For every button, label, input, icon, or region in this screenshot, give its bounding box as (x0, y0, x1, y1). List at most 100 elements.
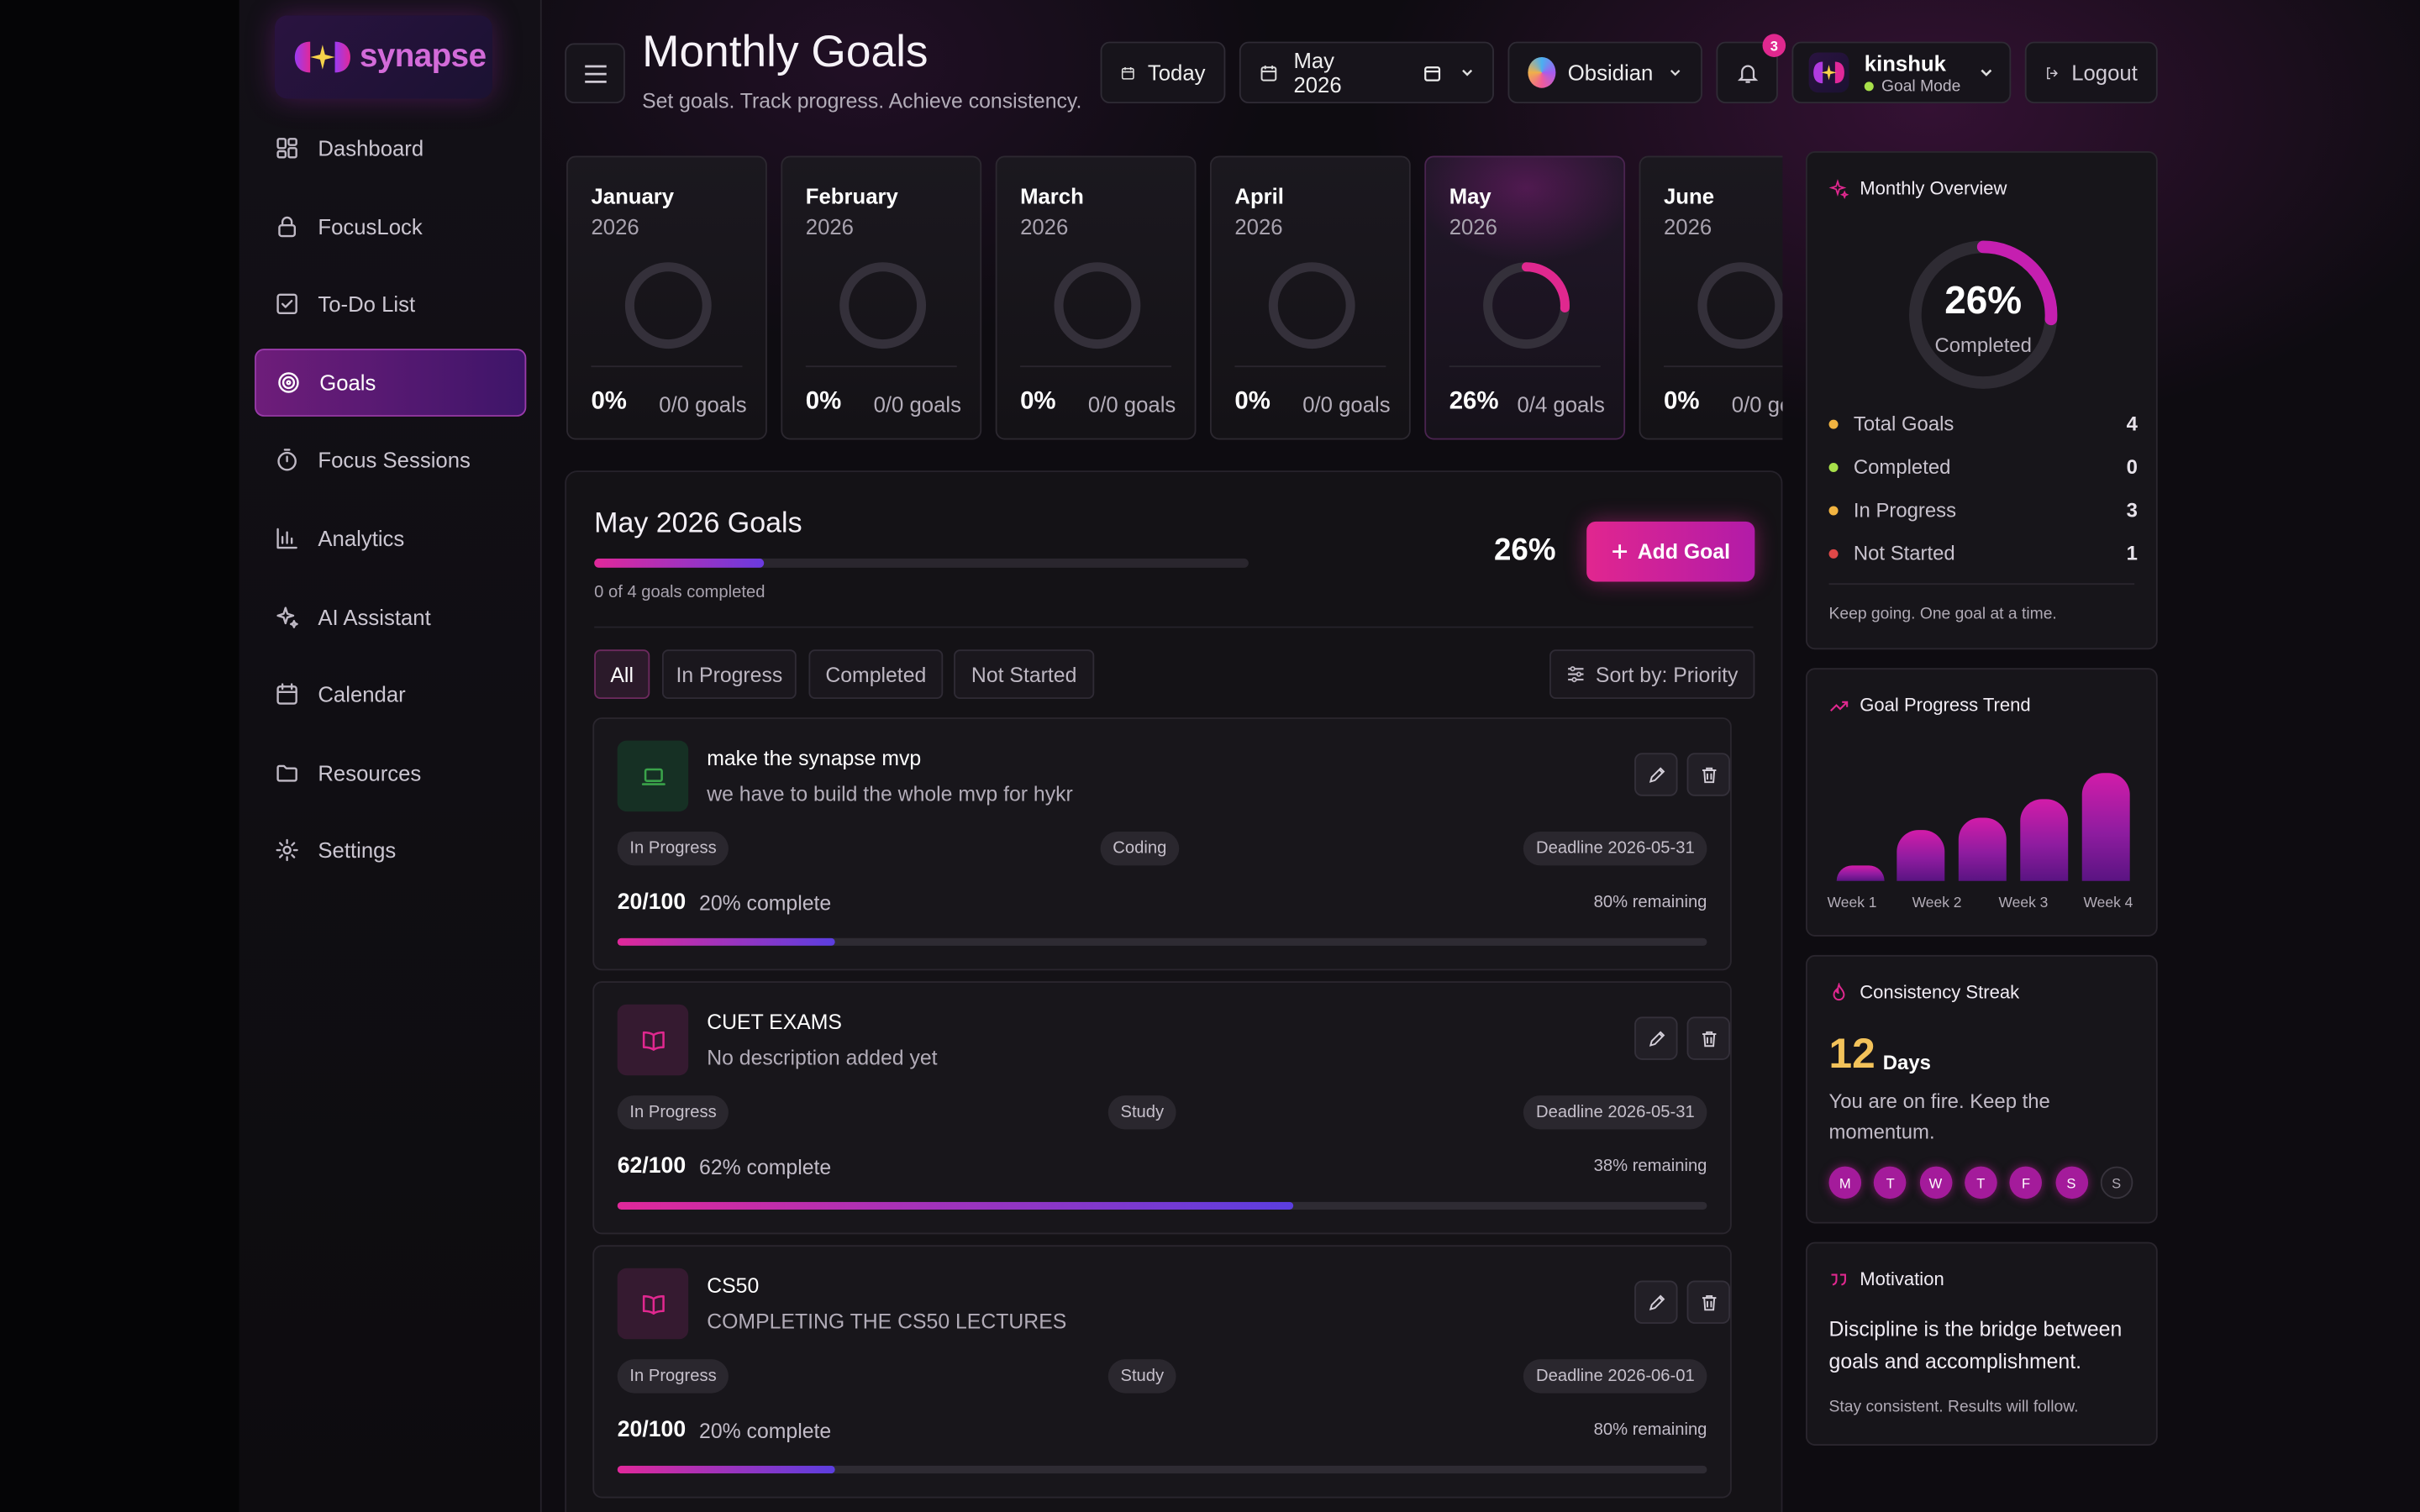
menu-toggle-button[interactable] (565, 43, 625, 104)
month-card-march[interactable]: March 2026 0% 0/0 goals (995, 155, 1197, 440)
delete-goal-button[interactable] (1686, 753, 1730, 796)
sidebar-item-settings[interactable]: Settings (255, 816, 526, 885)
logout-button[interactable]: Logout (2024, 41, 2158, 104)
add-goal-button[interactable]: Add Goal (1586, 521, 1755, 582)
month-progress-ring (1268, 262, 1355, 349)
sidebar-item-label: Goals (319, 370, 376, 395)
filter-tab-all[interactable]: All (594, 649, 650, 700)
month-percent: 26% (1449, 388, 1499, 416)
logout-label: Logout (2071, 60, 2138, 86)
month-year: 2026 (805, 214, 854, 239)
stat-label: Completed (1853, 454, 1951, 479)
streak-day: F (2009, 1166, 2043, 1200)
goals-panel: May 2026 Goals 0 of 4 goals completed 26… (565, 470, 1783, 1512)
overview-percent-label: Completed (1934, 333, 2032, 357)
sidebar-item-label: To-Do List (318, 291, 416, 317)
sidebar-item-label: AI Assistant (318, 604, 431, 629)
month-card-may[interactable]: May 2026 26% 0/4 goals (1424, 155, 1626, 440)
divider (1020, 365, 1172, 368)
overall-progress-bar (594, 558, 1249, 568)
month-card-april[interactable]: April 2026 0% 0/0 goals (1209, 155, 1411, 440)
filter-tab-not-started[interactable]: Not Started (954, 649, 1095, 700)
sidebar-item-dashboard[interactable]: Dashboard (255, 114, 526, 182)
trend-x-label: Week 3 (1998, 895, 2049, 912)
theme-swatch-icon (1528, 56, 1556, 88)
edit-goal-button[interactable] (1634, 1016, 1678, 1060)
goal-score: 20/100 (617, 1417, 687, 1443)
filter-tab-completed[interactable]: Completed (808, 649, 944, 700)
brand-name: synapse (359, 38, 487, 75)
month-progress-ring (1697, 262, 1783, 349)
sort-button[interactable]: Sort by: Priority (1549, 649, 1755, 700)
sidebar-item-focus-sessions[interactable]: Focus Sessions (255, 427, 526, 495)
notifications-button[interactable]: 3 (1716, 34, 1786, 104)
goal-card[interactable]: CS50 COMPLETING THE CS50 LECTURES In Progr… (592, 1245, 1732, 1499)
trend-bar (1897, 830, 1945, 881)
overall-progress-fill (594, 558, 765, 568)
trend-bar (1958, 816, 2007, 881)
consistency-streak-panel: Consistency Streak 12 Days You are on fi… (1805, 954, 2158, 1224)
edit-goal-button[interactable] (1634, 1280, 1678, 1324)
sidebar-item-icon (275, 291, 299, 316)
trend-x-label: Week 1 (1827, 895, 1877, 912)
goal-description: we have to build the whole mvp for hykr (707, 782, 1073, 806)
month-card-january[interactable]: January 2026 0% 0/0 goals (566, 155, 767, 440)
sidebar-item-resources[interactable]: Resources (255, 738, 526, 806)
month-name: June (1663, 183, 1715, 208)
streak-title: Consistency Streak (1860, 981, 2020, 1003)
streak-day: M (1828, 1166, 1862, 1200)
logo[interactable]: synapse (274, 15, 492, 99)
streak-days-unit: Days (1882, 1050, 1931, 1074)
delete-goal-button[interactable] (1686, 1280, 1730, 1324)
sidebar-item-calendar[interactable]: Calendar (255, 660, 526, 728)
user-menu[interactable]: kinshuk Goal Mode (1791, 41, 2012, 104)
motivation-header: Motivation (1829, 1268, 1944, 1290)
trend-header: Goal Progress Trend (1829, 695, 2031, 716)
delete-goal-button[interactable] (1686, 1016, 1730, 1060)
sidebar-item-icon (275, 682, 299, 706)
month-progress-ring (1054, 262, 1141, 349)
month-picker[interactable]: May 2026 (1239, 41, 1494, 104)
month-year: 2026 (1020, 214, 1069, 239)
sidebar-item-label: Resources (318, 760, 422, 785)
trash-icon (1702, 766, 1716, 783)
sidebar-item-label: Settings (318, 837, 397, 864)
sidebar-item-to-do-list[interactable]: To-Do List (255, 270, 526, 339)
sidebar-item-analytics[interactable]: Analytics (255, 505, 526, 573)
calendar-picker-icon[interactable] (1423, 62, 1441, 82)
overview-title: Monthly Overview (1860, 177, 2007, 199)
today-button[interactable]: Today (1100, 41, 1226, 104)
motivation-quote: Discipline is the bridge between goals a… (1828, 1317, 2123, 1373)
sidebar-item-goals[interactable]: Goals (255, 348, 527, 417)
month-card-june[interactable]: June 2026 0% 0/0 goals (1639, 155, 1783, 440)
goal-card[interactable]: CUET EXAMS No description added yet In Pro… (592, 981, 1732, 1235)
edit-goal-button[interactable] (1634, 753, 1678, 796)
month-progress-ring (1483, 262, 1570, 349)
goal-category-badge: Study (1107, 1095, 1176, 1130)
goal-deadline-badge: Deadline 2026-05-31 (1523, 1095, 1707, 1130)
trend-bar (2081, 773, 2130, 881)
theme-selector[interactable]: Obsidian (1507, 41, 1702, 104)
month-card-february[interactable]: February 2026 0% 0/0 goals (781, 155, 982, 440)
goal-deadline-badge: Deadline 2026-06-01 (1523, 1359, 1707, 1394)
goal-score: 62/100 (617, 1153, 687, 1179)
goal-title: CUET EXAMS (707, 1011, 842, 1034)
synapse-logo-icon (294, 41, 350, 73)
month-picker-value: May 2026 (1293, 47, 1342, 97)
filter-tab-in-progress[interactable]: In Progress (661, 649, 797, 700)
goals-app: synapse Dashboard FocusLock To-Do List Goal… (0, 0, 2420, 1512)
motivation-title: Motivation (1860, 1268, 1944, 1290)
sidebar-item-ai-assistant[interactable]: AI Assistant (255, 582, 526, 650)
pencil-icon (1648, 766, 1665, 782)
add-goal-label: Add Goal (1637, 539, 1730, 564)
goal-progress-trend-panel: Goal Progress Trend Week 1 Week 2 Week 3 We… (1805, 668, 2158, 937)
today-label: Today (1147, 60, 1206, 86)
goal-card[interactable]: make the synapse mvp we have to build the… (592, 717, 1732, 971)
goals-panel-title: May 2026 Goals (594, 506, 802, 539)
stat-label: Total Goals (1853, 412, 1954, 435)
sidebar-item-focuslock[interactable]: FocusLock (255, 192, 526, 260)
month-percent: 0% (805, 388, 842, 416)
gear-icon (276, 839, 298, 862)
book-icon (641, 1294, 664, 1315)
sparkles-icon (276, 606, 298, 628)
